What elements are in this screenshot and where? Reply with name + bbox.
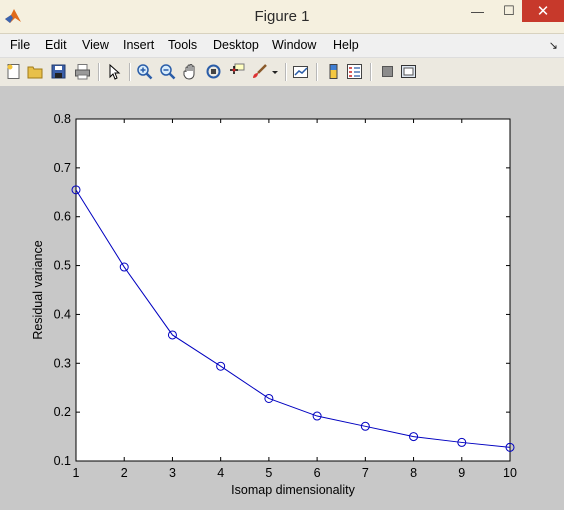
y-axis-label: Residual variance: [31, 240, 45, 339]
x-tick-label: 7: [362, 466, 369, 480]
y-tick-label: 0.7: [54, 161, 71, 175]
x-tick-label: 9: [458, 466, 465, 480]
x-tick-label: 2: [121, 466, 128, 480]
x-tick-label: 1: [73, 466, 80, 480]
x-tick-label: 3: [169, 466, 176, 480]
y-tick-label: 0.6: [54, 210, 71, 224]
y-tick-label: 0.5: [54, 259, 71, 273]
y-tick-label: 0.4: [54, 307, 71, 321]
y-tick-label: 0.8: [54, 112, 71, 126]
x-tick-label: 10: [503, 466, 517, 480]
line-chart: 1 2 3 4 5 6 7 8 9 10 0.1 0.2 0.3 0.4 0.5 0.6 0.7 0.8 Isom…: [31, 112, 517, 497]
y-tick-label: 0.3: [54, 356, 71, 370]
x-tick-label: 5: [265, 466, 272, 480]
x-axis-label: Isomap dimensionality: [231, 483, 355, 497]
x-tick-label: 6: [314, 466, 321, 480]
x-tick-label: 8: [410, 466, 417, 480]
y-tick-label: 0.1: [54, 454, 71, 468]
y-tick-label: 0.2: [54, 405, 71, 419]
x-tick-label: 4: [217, 466, 224, 480]
